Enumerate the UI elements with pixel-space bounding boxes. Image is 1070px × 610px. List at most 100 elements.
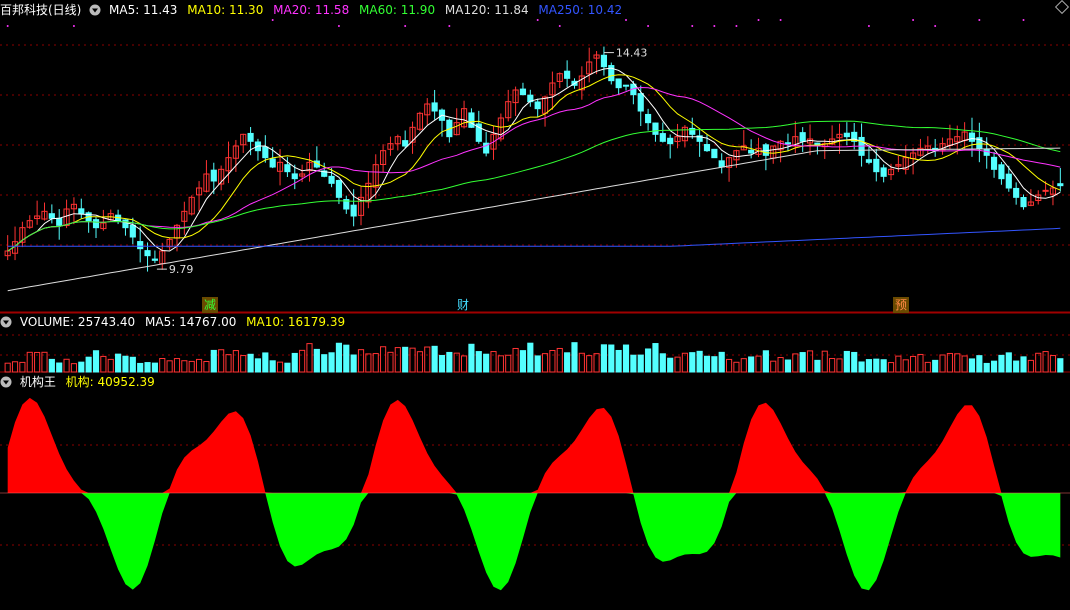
candle-body <box>291 173 298 180</box>
volume-bar <box>851 351 858 373</box>
volume-bar <box>880 359 887 373</box>
ma20-line <box>7 86 1061 252</box>
volume-bar <box>122 355 129 373</box>
volume-bar <box>939 354 946 373</box>
volume-bar <box>792 353 799 373</box>
volume-bar <box>703 355 711 373</box>
volume-bar <box>483 353 490 373</box>
candle-body <box>468 112 475 128</box>
candle-body <box>784 142 792 145</box>
signal-dot <box>448 25 451 27</box>
candle-body <box>865 159 873 163</box>
candle-body <box>431 102 438 112</box>
volume-bar <box>195 358 203 373</box>
volume-bar <box>269 360 276 373</box>
volume-bar <box>1020 356 1027 373</box>
volume-bar <box>770 360 777 373</box>
volume-bar <box>335 342 343 373</box>
ma60-line <box>7 120 1061 252</box>
candle-body <box>873 158 880 173</box>
volume-bar <box>799 352 806 373</box>
candle-body <box>151 258 158 261</box>
volume-bar <box>512 347 519 373</box>
volume-bar <box>159 358 166 373</box>
candle-body <box>534 101 541 110</box>
signal-dot <box>757 19 760 21</box>
candle-body <box>1042 189 1049 192</box>
candle-body <box>269 158 276 168</box>
signal-dot <box>536 19 539 21</box>
kline-chart[interactable]: 14.43 9.79 <box>0 0 1070 610</box>
volume-bar <box>19 361 26 373</box>
volume-bar <box>887 362 895 373</box>
volume-bar <box>460 355 468 373</box>
signal-dot <box>271 19 274 21</box>
ma5-line <box>7 67 1061 252</box>
volume-bar <box>218 349 225 373</box>
candle-body <box>129 224 136 238</box>
volume-bar <box>652 343 659 373</box>
signal-dot <box>337 25 340 27</box>
candle-body <box>711 148 718 159</box>
volume-bar <box>372 353 379 373</box>
candle-body <box>328 175 335 184</box>
volume-bar <box>181 360 188 373</box>
volume-bar <box>681 352 688 373</box>
dropdown-icon[interactable] <box>89 4 101 16</box>
volume-bar <box>534 355 541 373</box>
volume-bar <box>564 352 571 373</box>
volume-bar <box>976 355 983 373</box>
candle-body <box>968 132 976 142</box>
volume-bar <box>865 359 873 373</box>
event-marker-forecast[interactable]: 预 <box>893 297 910 313</box>
dropdown-icon[interactable] <box>0 376 12 388</box>
volume-bar <box>1049 355 1057 373</box>
dropdown-icon[interactable] <box>0 316 12 328</box>
volume-bar <box>622 344 630 373</box>
volume-bar <box>1013 360 1020 373</box>
volume-bar <box>873 358 880 373</box>
candle-body <box>1020 197 1027 208</box>
candle-body <box>600 54 608 68</box>
signal-dot <box>1022 19 1025 21</box>
volume-bar <box>247 353 254 373</box>
volume-bar <box>718 351 725 373</box>
signal-dot <box>713 25 716 27</box>
volume-bar <box>593 353 600 373</box>
volume-bar <box>78 361 85 373</box>
volume-bar <box>343 344 350 373</box>
volume-bar <box>70 363 78 373</box>
volume-bar <box>151 362 158 373</box>
volume-label: VOLUME: 25743.40 <box>19 315 136 329</box>
candle-body <box>247 132 254 142</box>
candle-body <box>122 219 129 229</box>
candle-body <box>998 164 1005 180</box>
volume-bar <box>85 356 92 373</box>
candle-body <box>799 132 806 142</box>
high-price-label: 14.43 <box>616 47 648 60</box>
signal-dot <box>867 25 870 27</box>
volume-bar <box>858 361 865 373</box>
event-marker-reduce[interactable]: 减 <box>202 297 219 313</box>
signal-dot <box>72 25 75 27</box>
volume-bar <box>365 353 372 373</box>
candle-body <box>284 164 291 173</box>
volume-bar <box>56 362 63 373</box>
volume-bar <box>1027 359 1034 373</box>
event-marker-finance[interactable]: 财 <box>455 297 471 313</box>
volume-bar <box>240 355 247 373</box>
volume-bar <box>615 349 622 373</box>
signal-dot <box>625 19 628 21</box>
volume-bar <box>895 355 902 373</box>
candle-body <box>748 149 755 154</box>
volume-bar <box>519 350 527 373</box>
volume-bar <box>262 352 269 373</box>
volume-bar <box>107 358 114 373</box>
signal-dot <box>735 25 738 27</box>
volume-bar <box>821 350 828 373</box>
volume-bar <box>968 358 976 373</box>
candle-body <box>56 217 63 226</box>
candle-body <box>990 156 998 170</box>
volume-bar <box>733 361 740 373</box>
volume-bar <box>740 358 747 373</box>
